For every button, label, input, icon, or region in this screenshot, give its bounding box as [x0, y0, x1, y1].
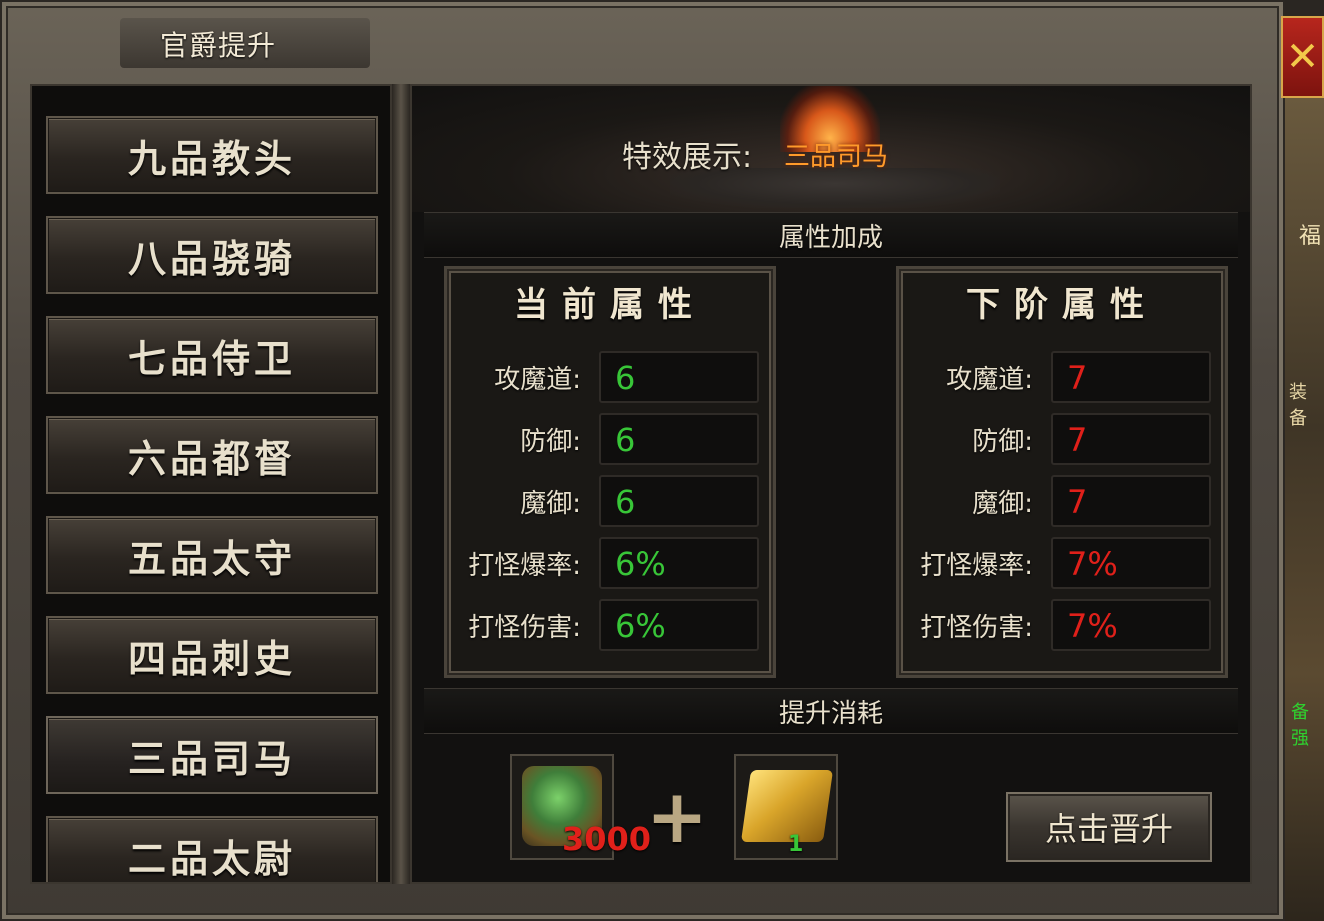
rank-item-4[interactable]: 四品刺史 — [46, 616, 378, 694]
rank-list: 九品教头 八品骁骑 七品侍卫 六品都督 五品太守 四品刺史 三品司马 二品太尉 — [30, 84, 392, 884]
side-text-3: 备强 — [1291, 702, 1309, 749]
current-attributes-title: 当前属性 — [514, 285, 706, 325]
attr-field: 6% — [599, 537, 759, 589]
side-text-2: 装备 — [1289, 382, 1307, 429]
attr-label: 打怪爆率: — [920, 551, 1033, 581]
attr-field: 6% — [599, 599, 759, 651]
attr-label: 打怪伤害: — [468, 613, 581, 643]
attr-value: 7 — [1067, 421, 1088, 459]
current-attributes-box: 当前属性 攻魔道: 6 防御: 6 魔御: 6 打怪爆率: 6% 打怪伤害: 6… — [444, 266, 776, 678]
current-row-monster-damage: 打怪伤害: 6% — [447, 599, 773, 651]
attributes-header: 属性加成 — [424, 212, 1238, 258]
attr-label: 攻魔道: — [494, 365, 581, 395]
attr-label: 攻魔道: — [946, 365, 1033, 395]
attr-field: 7% — [1051, 599, 1211, 651]
cost-count: 3000 — [562, 820, 652, 858]
next-attributes-box: 下阶属性 攻魔道: 7 防御: 7 魔御: 7 打怪爆率: 7% 打怪伤害: 7… — [896, 266, 1228, 678]
attr-field: 7 — [1051, 475, 1211, 527]
next-row-defense: 防御: 7 — [899, 413, 1225, 465]
attr-field: 6 — [599, 413, 759, 465]
current-row-drop-rate: 打怪爆率: 6% — [447, 537, 773, 589]
attr-label: 打怪爆率: — [468, 551, 581, 581]
effect-value: 三品司马 — [784, 142, 889, 172]
attr-value: 6 — [615, 359, 636, 397]
attr-value: 7% — [1067, 607, 1118, 645]
attr-value: 7 — [1067, 359, 1088, 397]
current-row-defense: 防御: 6 — [447, 413, 773, 465]
attr-label: 魔御: — [972, 489, 1033, 519]
cost-count: 1 — [788, 832, 804, 857]
window-title: 官爵提升 — [160, 29, 277, 62]
attr-label: 防御: — [520, 427, 581, 457]
rank-item-2[interactable]: 二品太尉 — [46, 816, 378, 882]
rank-item-3-selected[interactable]: 三品司马 — [46, 716, 378, 794]
attr-label: 防御: — [972, 427, 1033, 457]
attr-field: 7% — [1051, 537, 1211, 589]
gold-bar-icon — [740, 770, 834, 842]
close-button[interactable]: ✕ — [1281, 16, 1324, 98]
cost-header: 提升消耗 — [424, 688, 1238, 734]
next-row-magic-defense: 魔御: 7 — [899, 475, 1225, 527]
effect-label: 特效展示: — [622, 140, 753, 175]
rank-item-8[interactable]: 八品骁骑 — [46, 216, 378, 294]
cost-item-gold[interactable]: 1 — [734, 754, 838, 860]
attr-field: 7 — [1051, 351, 1211, 403]
next-row-attack: 攻魔道: 7 — [899, 351, 1225, 403]
close-icon: ✕ — [1285, 34, 1320, 80]
attr-field: 6 — [599, 351, 759, 403]
panel-divider — [392, 84, 410, 884]
attr-field: 7 — [1051, 413, 1211, 465]
rank-item-6[interactable]: 六品都督 — [46, 416, 378, 494]
attr-field: 6 — [599, 475, 759, 527]
attr-value: 7 — [1067, 483, 1088, 521]
current-row-attack: 攻魔道: 6 — [447, 351, 773, 403]
detail-panel: 特效展示: 三品司马 属性加成 当前属性 攻魔道: 6 防御: 6 魔御: 6 … — [410, 84, 1252, 884]
promote-button[interactable]: 点击晋升 — [1006, 792, 1212, 862]
attr-value: 7% — [1067, 545, 1118, 583]
rank-item-9[interactable]: 九品教头 — [46, 116, 378, 194]
cost-item-token[interactable]: 3000 — [510, 754, 651, 860]
attr-value: 6% — [615, 607, 666, 645]
rank-item-7[interactable]: 七品侍卫 — [46, 316, 378, 394]
next-row-monster-damage: 打怪伤害: 7% — [899, 599, 1225, 651]
attr-label: 打怪伤害: — [920, 613, 1033, 643]
attr-label: 魔御: — [520, 489, 581, 519]
attr-value: 6 — [615, 421, 636, 459]
background-scene-strip: 福 装备 备强 — [1285, 98, 1324, 921]
attr-value: 6% — [615, 545, 666, 583]
next-attributes-title: 下阶属性 — [966, 285, 1158, 325]
plus-icon: + — [646, 774, 709, 860]
effect-preview: 特效展示: 三品司马 — [412, 86, 1250, 212]
attr-value: 6 — [615, 483, 636, 521]
current-row-magic-defense: 魔御: 6 — [447, 475, 773, 527]
next-row-drop-rate: 打怪爆率: 7% — [899, 537, 1225, 589]
side-text-1: 福 — [1299, 224, 1322, 249]
rank-item-5[interactable]: 五品太守 — [46, 516, 378, 594]
